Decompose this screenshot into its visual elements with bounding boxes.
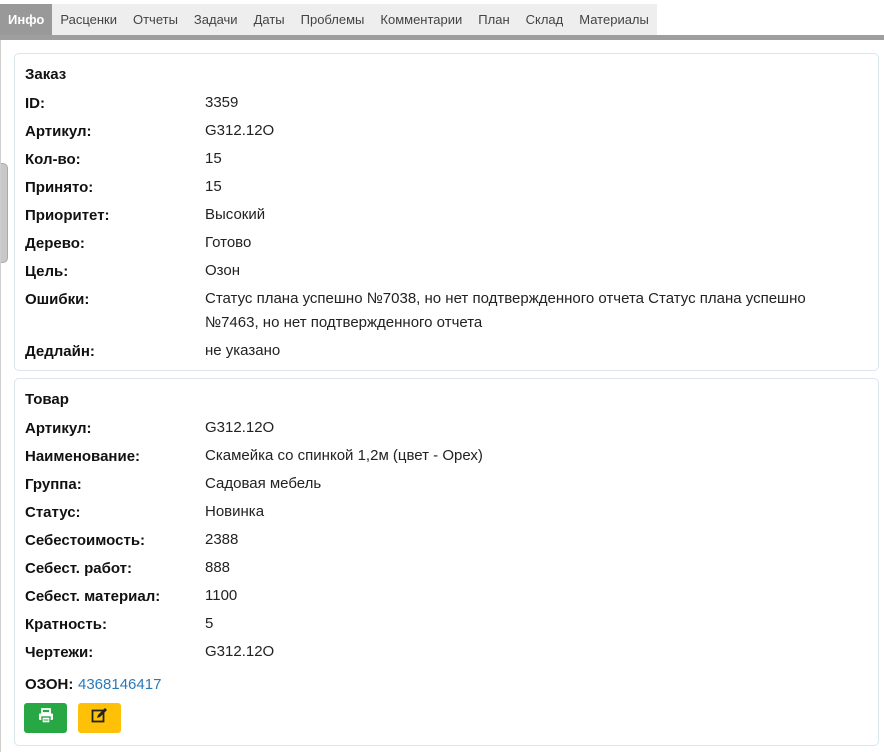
product-card: Товар Артикул: G312.12O Наименование: Ск… (14, 378, 879, 746)
ozon-label: ОЗОН: (25, 676, 74, 693)
order-label: ID: (25, 95, 45, 112)
order-card: Заказ ID: 3359 Артикул: G312.12O Кол-во:… (14, 53, 879, 371)
tab-tasks[interactable]: Задачи (186, 4, 246, 35)
tab-plan[interactable]: План (470, 4, 517, 35)
print-button[interactable] (24, 703, 67, 733)
order-value: Статус плана успешно №7038, но нет подтв… (205, 290, 806, 331)
order-value: 15 (205, 178, 222, 195)
drawings-link[interactable]: G312.12O (205, 640, 865, 664)
order-value: 3359 (205, 94, 239, 111)
tab-info[interactable]: Инфо (0, 4, 53, 35)
order-value: Озон (205, 262, 241, 279)
product-label: Чертежи: (25, 644, 94, 661)
product-value: G312.12O (205, 419, 275, 436)
order-label: Приоритет: (25, 207, 110, 224)
print-icon (38, 707, 54, 729)
order-label: Кол-во: (25, 151, 81, 168)
order-value: Высокий (205, 206, 266, 223)
product-label: Себест. работ: (25, 560, 132, 577)
order-value: G312.12O (205, 122, 275, 139)
order-card-title: Заказ (25, 66, 67, 83)
product-value: Садовая мебель (205, 475, 322, 492)
tab-reports[interactable]: Отчеты (125, 4, 186, 35)
tab-materials[interactable]: Материалы (571, 4, 657, 35)
product-label: Группа: (25, 476, 82, 493)
product-value: 888 (205, 559, 231, 576)
info-panel: Заказ ID: 3359 Артикул: G312.12O Кол-во:… (0, 40, 884, 752)
product-label: Наименование: (25, 448, 141, 465)
order-label: Дерево: (25, 235, 85, 252)
tab-comments[interactable]: Комментарии (372, 4, 470, 35)
scroll-handle[interactable] (1, 163, 8, 263)
ozon-link[interactable]: 4368146417 (78, 676, 161, 693)
product-card-title: Товар (25, 391, 69, 408)
order-value: не указано (205, 342, 281, 359)
product-value: 5 (205, 615, 214, 632)
tab-dates[interactable]: Даты (246, 4, 293, 35)
product-label: Кратность: (25, 616, 107, 633)
product-value: Новинка (205, 503, 265, 520)
order-label: Артикул: (25, 123, 92, 140)
order-label: Ошибки: (25, 291, 90, 308)
product-label: Себест. материал: (25, 588, 161, 605)
tab-rates[interactable]: Расценки (52, 4, 125, 35)
product-value: Скамейка со спинкой 1,2м (цвет - Орех) (205, 447, 483, 464)
tab-bar: Инфо Расценки Отчеты Задачи Даты Проблем… (0, 0, 884, 36)
edit-button[interactable] (78, 703, 121, 733)
product-value: 1100 (205, 587, 238, 604)
order-value: 15 (205, 150, 222, 167)
order-label: Дедлайн: (25, 343, 95, 360)
order-value: Готово (205, 234, 252, 251)
product-label: Себестоимость: (25, 532, 146, 549)
tab-warehouse[interactable]: Склад (518, 4, 572, 35)
order-label: Цель: (25, 263, 69, 280)
product-label: Статус: (25, 504, 81, 521)
product-value: 2388 (205, 531, 239, 548)
tabs: Инфо Расценки Отчеты Задачи Даты Проблем… (0, 4, 657, 35)
order-label: Принято: (25, 179, 94, 196)
edit-icon (91, 707, 108, 729)
product-label: Артикул: (25, 420, 92, 437)
tab-problems[interactable]: Проблемы (293, 4, 373, 35)
